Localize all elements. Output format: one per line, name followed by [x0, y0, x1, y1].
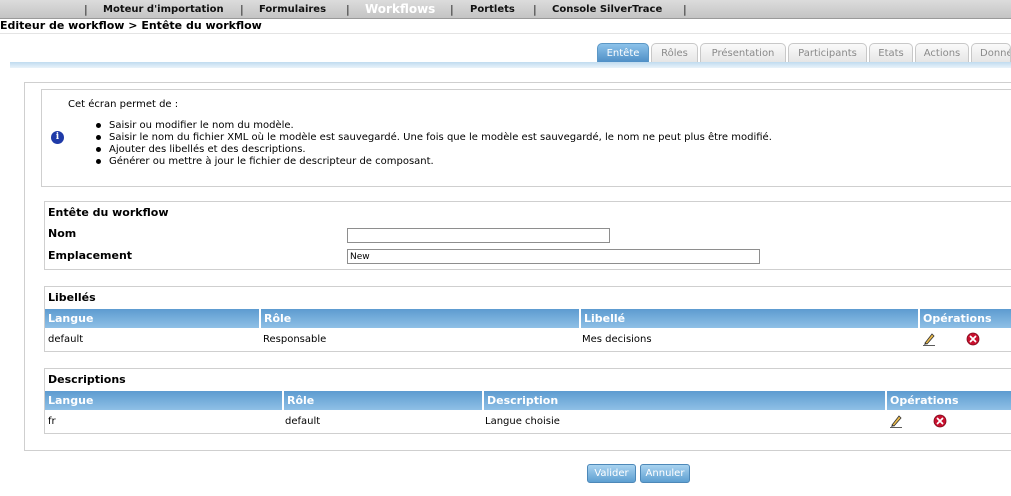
- menu-separator: |: [346, 3, 350, 16]
- pencil-icon[interactable]: [922, 332, 936, 346]
- tab-entete[interactable]: Entête: [597, 43, 649, 62]
- tab-actions[interactable]: Actions: [915, 43, 969, 62]
- info-bullet: Saisir ou modifier le nom du modèle.: [96, 120, 772, 132]
- menu-item-workflows[interactable]: Workflows: [365, 2, 435, 16]
- info-title: Cet écran permet de :: [68, 99, 179, 110]
- menu-separator: |: [240, 3, 244, 16]
- column-header-operations: Opérations: [918, 309, 1011, 328]
- tab-roles[interactable]: Rôles: [651, 43, 698, 62]
- menu-separator: |: [683, 3, 687, 16]
- column-header-langue: Langue: [48, 394, 94, 407]
- cell-langue: default: [48, 334, 84, 345]
- menu-separator: |: [84, 3, 88, 16]
- tab-participants[interactable]: Participants: [788, 43, 867, 62]
- menu-separator: |: [533, 3, 537, 16]
- cancel-button[interactable]: Annuler: [640, 464, 690, 483]
- info-bullet: Saisir le nom du fichier XML où le modèl…: [96, 132, 772, 144]
- validate-button[interactable]: Valider: [587, 464, 636, 483]
- menu-item-moteur-importation[interactable]: Moteur d'importation: [103, 4, 224, 15]
- name-label: Nom: [48, 227, 77, 240]
- labels-section-title: Libellés: [48, 291, 96, 304]
- menu-item-portlets[interactable]: Portlets: [470, 4, 515, 15]
- tab-presentation[interactable]: Présentation: [700, 43, 786, 62]
- cell-langue: fr: [48, 416, 56, 427]
- location-label: Emplacement: [48, 249, 133, 262]
- cell-role: Responsable: [263, 334, 327, 345]
- top-menu-bar: | Moteur d'importation | Formulaires | W…: [0, 0, 1011, 19]
- breadcrumb: Editeur de workflow > Entête du workflow: [0, 19, 262, 32]
- info-bullet: Ajouter des libellés et des descriptions…: [96, 144, 772, 156]
- column-header-role: Rôle: [282, 391, 482, 410]
- menu-separator: |: [450, 3, 454, 16]
- delete-icon[interactable]: [933, 414, 947, 428]
- delete-icon[interactable]: [966, 332, 980, 346]
- column-header-operations: Opérations: [885, 391, 1011, 410]
- column-header-libelle: Libellé: [579, 309, 918, 328]
- column-header-role: Rôle: [259, 309, 579, 328]
- descriptions-table-header: Langue Rôle Description Opérations: [45, 391, 1011, 410]
- breadcrumb-divider: [0, 33, 1011, 34]
- info-icon: i: [51, 131, 64, 144]
- menu-item-formulaires[interactable]: Formulaires: [259, 4, 326, 15]
- location-input[interactable]: [347, 249, 760, 264]
- pencil-icon[interactable]: [889, 414, 903, 428]
- column-header-langue: Langue: [48, 312, 94, 325]
- tab-underline: [10, 62, 1011, 68]
- workflow-header-title: Entête du workflow: [48, 206, 169, 219]
- tab-donnees[interactable]: Données: [971, 43, 1011, 62]
- column-header-description: Description: [482, 391, 885, 410]
- cell-libelle: Mes decisions: [582, 334, 652, 345]
- tab-etats[interactable]: Etats: [869, 43, 913, 62]
- name-input[interactable]: [347, 228, 610, 243]
- cell-description: Langue choisie: [485, 416, 560, 427]
- labels-table-header: Langue Rôle Libellé Opérations: [45, 309, 1011, 328]
- info-bullet: Générer ou mettre à jour le fichier de d…: [96, 156, 772, 168]
- info-bullet-list: Saisir ou modifier le nom du modèle. Sai…: [96, 120, 772, 168]
- cell-role: default: [285, 416, 321, 427]
- descriptions-section-title: Descriptions: [48, 373, 126, 386]
- menu-item-console-silvertrace[interactable]: Console SilverTrace: [552, 4, 662, 15]
